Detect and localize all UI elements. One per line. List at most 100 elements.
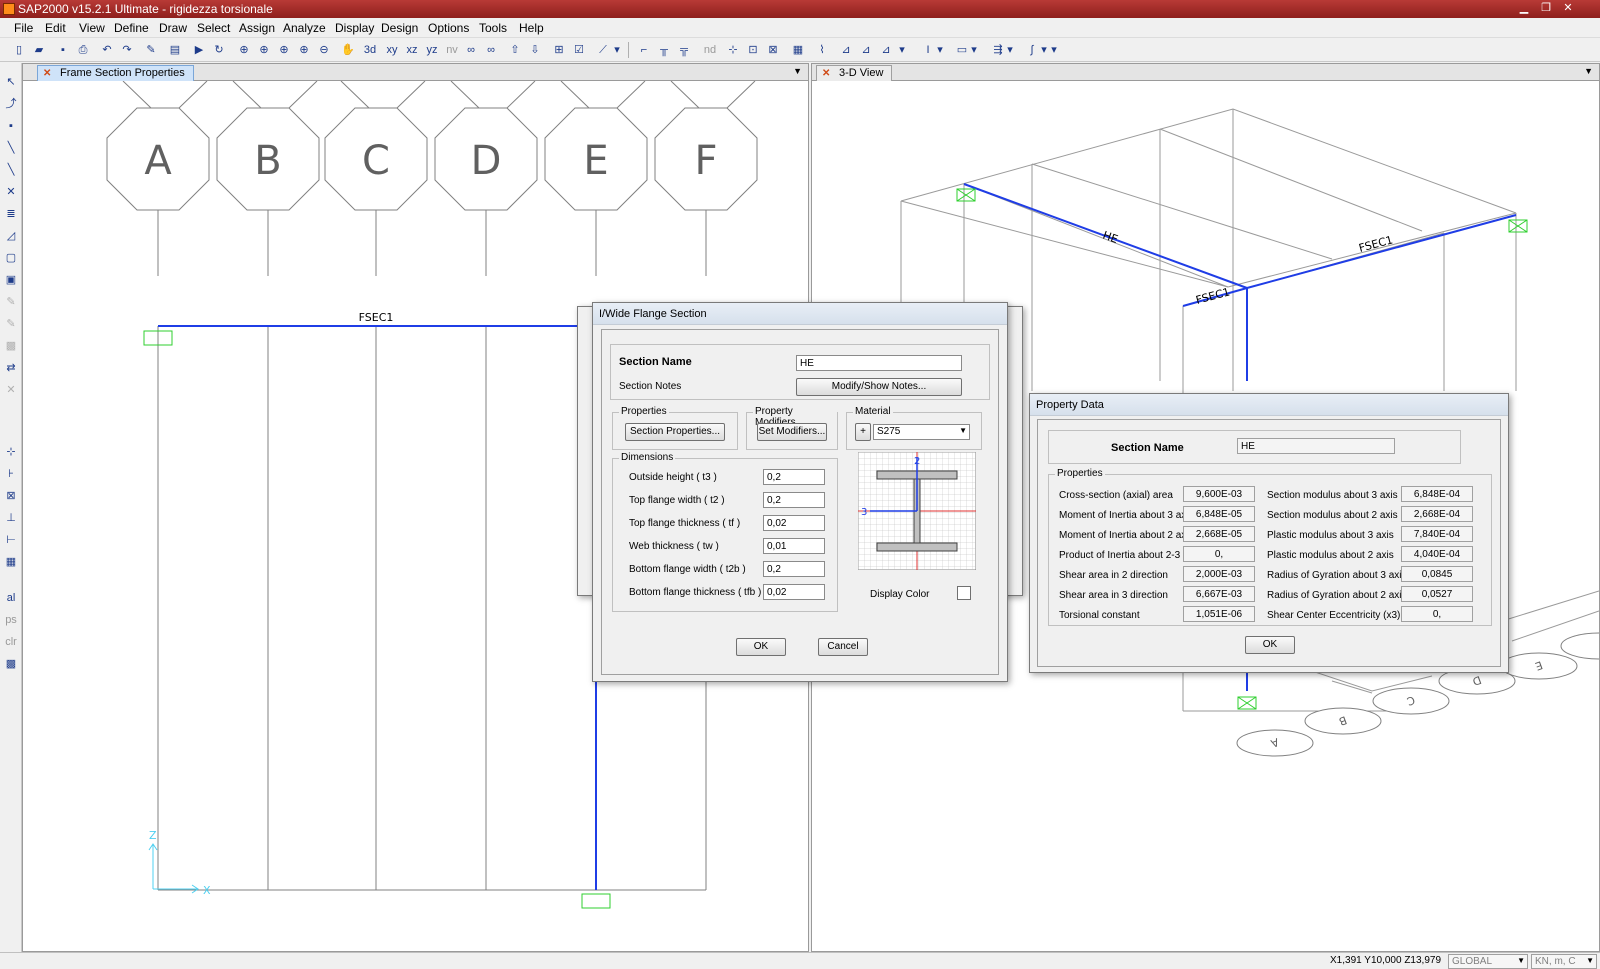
assign-section-icon[interactable]: ⟋ — [595, 42, 611, 58]
display-color-swatch[interactable] — [957, 586, 971, 600]
menu-select[interactable]: Select — [197, 21, 230, 35]
draw-dimension-icon[interactable]: ✕ — [3, 382, 19, 398]
show-stress-icon[interactable]: ⊿ — [858, 42, 874, 58]
select-all-icon[interactable]: al — [3, 590, 19, 606]
web-thickness-input[interactable] — [763, 538, 825, 554]
zoom-in-icon[interactable]: ⊕ — [296, 42, 312, 58]
menu-design[interactable]: Design — [381, 21, 418, 35]
panel-dropdown-icon[interactable]: ▼ — [793, 66, 802, 76]
restore-button[interactable]: ❐ — [1536, 1, 1556, 16]
dropdown-arrow-icon[interactable]: ▾ — [1040, 42, 1048, 58]
bottom-flange-width-input[interactable] — [763, 561, 825, 577]
menu-draw[interactable]: Draw — [159, 21, 187, 35]
snap-lines-icon[interactable]: ⊢ — [3, 532, 19, 548]
show-virtual-work-icon[interactable]: ⊿ — [878, 42, 894, 58]
snap-perpendicular-icon[interactable]: ⊥ — [3, 510, 19, 526]
modify-show-notes-button[interactable]: Modify/Show Notes... — [796, 378, 962, 396]
draw-joint-icon[interactable]: ▪ — [3, 118, 19, 134]
draw-section-cut-icon[interactable]: ⇄ — [3, 360, 19, 376]
quick-draw-secondary-icon[interactable]: ≣ — [3, 206, 19, 222]
draw-poly-area-icon[interactable]: ◿ — [3, 228, 19, 244]
draw-frame-icon[interactable]: ╲ — [3, 140, 19, 156]
reshape-icon[interactable]: ⤴ — [3, 96, 19, 112]
close-window-button[interactable]: ✕ — [1558, 1, 1578, 16]
menu-file[interactable]: File — [14, 21, 33, 35]
draw-rect-area-icon[interactable]: ▢ — [3, 250, 19, 266]
xz-view-button[interactable]: xz — [403, 42, 421, 58]
clear-selection-icon[interactable]: clr — [3, 634, 19, 650]
tab-frame-section-properties[interactable]: ✕ Frame Section Properties — [37, 65, 194, 81]
section-name-input[interactable] — [796, 355, 962, 371]
rubber-band-icon[interactable]: ∞ — [463, 42, 479, 58]
pan-icon[interactable]: ✋ — [340, 42, 356, 58]
intersecting-line-icon[interactable]: ▩ — [3, 656, 19, 672]
3d-view-icon[interactable]: 3d — [362, 42, 378, 58]
dropdown-arrow-icon[interactable]: ▾ — [936, 42, 944, 58]
quick-draw-area-icon[interactable]: ▣ — [3, 272, 19, 288]
move-up-icon[interactable]: ⇧ — [507, 42, 523, 58]
draw-link-icon[interactable]: ✎ — [3, 294, 19, 310]
section-designer-icon[interactable]: I — [920, 42, 936, 58]
joint-labels-icon[interactable]: ⊹ — [725, 42, 741, 58]
open-icon[interactable]: ▰ — [31, 42, 47, 58]
menu-tools[interactable]: Tools — [479, 21, 507, 35]
nd-button[interactable]: nd — [701, 42, 719, 58]
design-icon[interactable]: ⇶ — [990, 42, 1006, 58]
run-now-icon[interactable]: ↻ — [211, 42, 227, 58]
dropdown-arrow-icon[interactable]: ▾ — [1006, 42, 1014, 58]
draw-tendon-icon[interactable]: ✎ — [3, 316, 19, 332]
zoom-full-icon[interactable]: ⊕ — [276, 42, 292, 58]
menu-edit[interactable]: Edit — [45, 21, 66, 35]
zoom-out-icon[interactable]: ⊖ — [316, 42, 332, 58]
lock-model-icon[interactable]: ✎ — [143, 42, 159, 58]
menu-define[interactable]: Define — [114, 21, 149, 35]
menu-display[interactable]: Display — [335, 21, 374, 35]
function-icon[interactable]: ∫ — [1024, 42, 1040, 58]
section-properties-button[interactable]: Section Properties... — [625, 423, 725, 441]
yz-view-button[interactable]: yz — [423, 42, 441, 58]
snap-points-icon[interactable]: ⊹ — [3, 444, 19, 460]
top-flange-width-input[interactable] — [763, 492, 825, 508]
draw-brace-icon[interactable]: ╦ — [676, 42, 692, 58]
menu-analyze[interactable]: Analyze — [283, 21, 326, 35]
dropdown-arrow-icon[interactable]: ▾ — [1050, 42, 1058, 58]
panel-dropdown-icon[interactable]: ▼ — [1584, 66, 1593, 76]
draw-solid-icon[interactable]: ▩ — [3, 338, 19, 354]
top-flange-thickness-input[interactable] — [763, 515, 825, 531]
snap-ends-icon[interactable]: ⊦ — [3, 466, 19, 482]
set-modifiers-button[interactable]: Set Modifiers... — [757, 423, 827, 441]
xy-view-button[interactable]: xy — [383, 42, 401, 58]
frame-member-fsec1-b[interactable] — [1246, 214, 1517, 289]
property-data-dialog[interactable]: Property Data Section Name Properties Cr… — [1029, 393, 1509, 673]
minimize-button[interactable]: ▁ — [1514, 1, 1534, 16]
units-select[interactable]: KN, m, C ▼ — [1531, 954, 1597, 969]
snap-fine-grid-icon[interactable]: ▦ — [3, 554, 19, 570]
perspective-icon[interactable]: ∞ — [483, 42, 499, 58]
i-wide-flange-section-dialog[interactable]: I/Wide Flange Section Section Name Secti… — [592, 302, 1008, 682]
show-forces-icon[interactable]: ⊿ — [838, 42, 854, 58]
outside-height-input[interactable] — [763, 469, 825, 485]
ok-button[interactable]: OK — [1245, 636, 1295, 654]
menu-assign[interactable]: Assign — [239, 21, 275, 35]
ok-button[interactable]: OK — [736, 638, 786, 656]
tab-3d-view[interactable]: ✕ 3-D View — [816, 65, 893, 81]
menu-view[interactable]: View — [79, 21, 105, 35]
save-icon[interactable]: ▪ — [55, 42, 71, 58]
show-undeformed-icon[interactable]: ☑ — [571, 42, 587, 58]
quick-draw-braces-icon[interactable]: ✕ — [3, 184, 19, 200]
move-down-icon[interactable]: ⇩ — [527, 42, 543, 58]
set-display-options-icon[interactable]: ⊞ — [551, 42, 567, 58]
display-options-icon[interactable]: ▭ — [954, 42, 970, 58]
restraints-icon[interactable]: ⊠ — [765, 42, 781, 58]
quick-draw-frame-icon[interactable]: ╲ — [3, 162, 19, 178]
coordinate-system-select[interactable]: GLOBAL ▼ — [1448, 954, 1528, 969]
undo-icon[interactable]: ↶ — [99, 42, 115, 58]
menu-options[interactable]: Options — [428, 21, 469, 35]
dropdown-arrow-icon[interactable]: ▾ — [613, 42, 621, 58]
print-icon[interactable]: ⎙ — [75, 42, 91, 58]
zoom-restore-icon[interactable]: ⊕ — [256, 42, 272, 58]
snap-intersections-icon[interactable]: ⊠ — [3, 488, 19, 504]
add-material-button[interactable]: + — [855, 423, 871, 441]
show-tables-icon[interactable]: ▦ — [790, 42, 806, 58]
redo-icon[interactable]: ↷ — [119, 42, 135, 58]
